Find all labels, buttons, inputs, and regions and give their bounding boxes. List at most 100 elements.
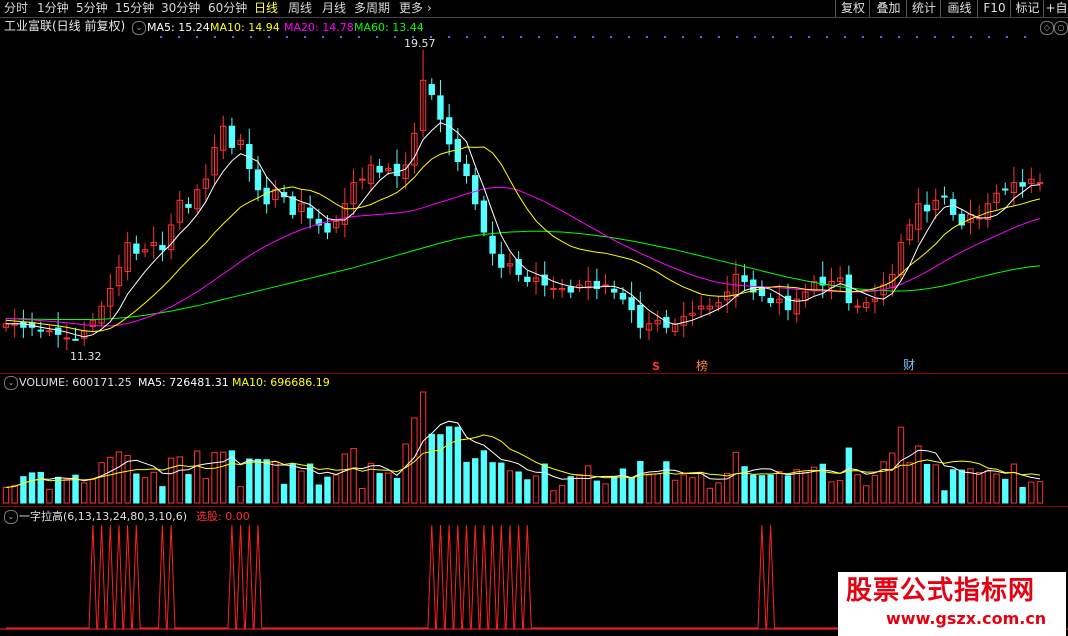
guide-dot	[646, 36, 648, 38]
guide-dot	[754, 36, 756, 38]
volume-bar	[611, 476, 618, 504]
volume-menu-icon[interactable]: ⌄	[4, 376, 18, 390]
volume-bar	[272, 461, 279, 504]
volume-bar	[54, 476, 62, 504]
volume-bar	[628, 477, 635, 504]
candle-body	[306, 207, 314, 219]
candle-body	[1002, 188, 1009, 191]
volume-bar	[1028, 481, 1035, 504]
candle-body	[1019, 182, 1026, 187]
volume-bar	[941, 490, 948, 504]
volume-bar	[697, 471, 705, 504]
ma60-line	[5, 230, 1041, 320]
volume-bar	[472, 458, 479, 504]
watermark-title: 股票公式指标网	[846, 576, 1036, 606]
ma20-line	[5, 186, 1041, 327]
guide-dot	[340, 36, 342, 38]
volume-bar	[532, 475, 540, 504]
volume-bar	[445, 426, 453, 504]
kline-chart[interactable]	[0, 0, 1068, 636]
pane-expand-icon[interactable]: ◇	[1040, 21, 1054, 35]
guide-dot	[880, 36, 882, 38]
volume-bar	[419, 391, 427, 504]
volume-bar	[915, 445, 922, 504]
guide-dot	[502, 36, 504, 38]
candle-body	[20, 321, 27, 328]
candle-body	[524, 276, 531, 282]
volume-bar	[167, 457, 175, 504]
volume-bar	[63, 478, 71, 504]
guide-dot	[304, 36, 306, 38]
signal-cai-marker[interactable]: 财	[903, 359, 915, 372]
volume-bar	[359, 487, 366, 504]
volume-bar	[732, 451, 740, 504]
volume-bar	[159, 486, 166, 504]
volume-bar	[393, 477, 401, 504]
candle-body	[628, 297, 635, 311]
volume-bar	[402, 443, 409, 504]
candle-body	[263, 187, 270, 205]
guide-dot	[250, 36, 252, 38]
candle-body	[550, 287, 557, 290]
candle-body	[489, 235, 496, 254]
volume-bar	[845, 447, 853, 504]
guide-dot	[970, 36, 972, 38]
volume-bar	[463, 461, 470, 504]
volume-bar	[37, 471, 44, 504]
stock-title: 工业富联(日线 前复权)	[4, 19, 126, 33]
watermark-url: www.gszx.com.cn	[886, 609, 1047, 628]
volume-bar	[645, 474, 653, 504]
volume-bar	[289, 463, 296, 504]
ma10-line	[5, 146, 1041, 333]
ma5-line	[6, 122, 1041, 338]
candle-body	[463, 163, 470, 177]
volume-bar	[280, 483, 288, 504]
volume-ma5-line	[5, 420, 1041, 488]
candle-body	[619, 292, 627, 300]
volume-ma5-label: MA5: 726481.31	[138, 376, 229, 389]
guide-dot	[862, 36, 864, 38]
volume-bar	[854, 474, 861, 504]
ma20-label: MA20: 14.78	[284, 21, 354, 34]
candle-body	[437, 95, 444, 120]
indicator-name: 一字拉高(6,13,13,24,80,3,10,6)	[19, 510, 188, 523]
candle-body	[54, 327, 62, 335]
candle-body	[376, 165, 383, 173]
volume-bar	[202, 478, 210, 504]
candle-body	[254, 169, 262, 191]
candle-body	[1036, 182, 1044, 185]
volume-bar	[932, 464, 939, 504]
signal-bang-marker[interactable]: 榜	[696, 360, 708, 373]
candle-body	[845, 274, 853, 304]
volume-bar	[863, 485, 870, 504]
volume-bar	[220, 451, 227, 504]
candle-body	[46, 330, 53, 333]
volume-bar	[28, 472, 36, 504]
volume-bar	[89, 479, 97, 504]
indicator-menu-icon[interactable]: ⌄	[4, 510, 18, 524]
volume-bar	[263, 459, 270, 504]
candle-body	[72, 338, 79, 341]
guide-dot	[628, 36, 630, 38]
volume-bar	[602, 483, 609, 504]
volume-bar	[810, 466, 818, 504]
watermark-banner: 股票公式指标网 www.gszx.com.cn	[838, 572, 1066, 636]
volume-bar	[46, 488, 53, 504]
volume-bar	[185, 474, 192, 504]
main-menu-icon[interactable]: ⌄	[132, 21, 146, 35]
pane-settings-icon[interactable]: ○	[1054, 21, 1068, 35]
candle-body	[602, 284, 609, 287]
candle-body	[63, 337, 71, 340]
guide-dot	[700, 36, 702, 38]
volume-bar	[211, 452, 218, 504]
guide-dot	[196, 36, 198, 38]
volume-bar	[680, 474, 687, 504]
candle-body	[37, 329, 44, 332]
volume-bar	[332, 474, 340, 504]
guide-dot	[736, 36, 738, 38]
high-price-label: 19.57	[404, 37, 436, 50]
volume-bar	[141, 477, 149, 504]
signal-s-marker[interactable]: S	[652, 360, 660, 373]
guide-dot	[1006, 36, 1008, 38]
volume-bar	[993, 473, 1000, 504]
